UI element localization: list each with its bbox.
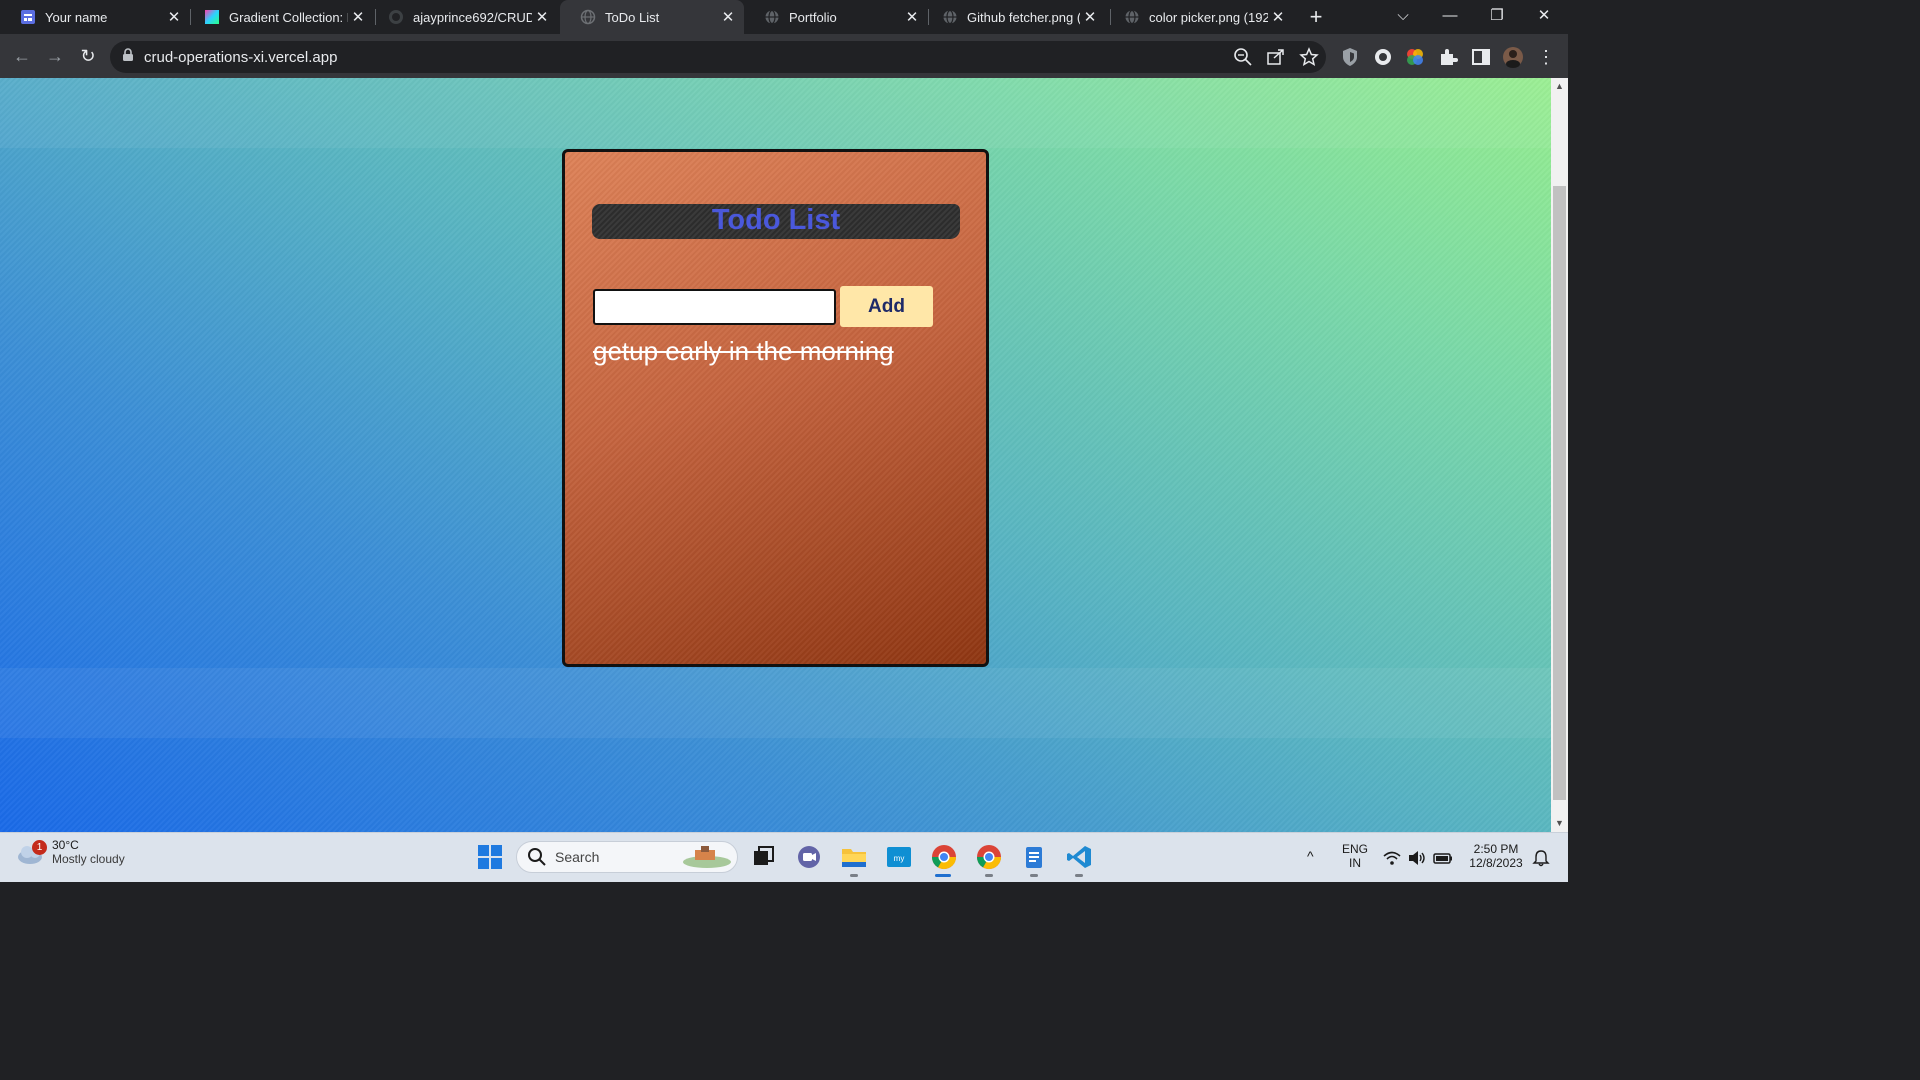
forward-arrow-icon[interactable]: → — [43, 44, 67, 68]
tray-chevron-icon[interactable]: ^ — [1307, 848, 1314, 864]
running-indicator — [1075, 874, 1083, 877]
tab-title: Portfolio — [789, 9, 837, 25]
globe-icon — [1124, 9, 1140, 25]
close-tab-icon[interactable]: ✕ — [532, 8, 552, 26]
volume-icon[interactable] — [1407, 848, 1427, 868]
page-title: Todo List — [592, 204, 960, 239]
chrome-icon[interactable] — [975, 843, 1003, 871]
todo-card: Todo List Add getup early in the morning — [562, 149, 989, 667]
more-menu-icon[interactable]: ⋮ — [1535, 46, 1557, 68]
tab-title: Gradient Collection: F — [229, 9, 348, 25]
color-picker-extension-icon[interactable] — [1404, 46, 1426, 68]
svg-text:my: my — [894, 854, 905, 863]
weather-widget[interactable]: 30°C Mostly cloudy — [16, 838, 125, 866]
forms-icon — [20, 9, 36, 25]
running-indicator — [850, 874, 858, 877]
lock-icon — [122, 47, 134, 67]
page-scrollbar[interactable]: ▲ ▼ — [1551, 78, 1568, 832]
reload-icon[interactable]: ↻ — [76, 44, 100, 68]
minimize-icon[interactable]: — — [1427, 0, 1473, 34]
tab-gradient-collection[interactable]: Gradient Collection: F ✕ — [184, 0, 374, 34]
search-label: Search — [555, 849, 600, 865]
url-text: crud-operations-xi.vercel.app — [144, 48, 338, 66]
todo-item-completed[interactable]: getup early in the morning — [593, 336, 894, 367]
active-indicator — [935, 874, 951, 877]
vscode-icon[interactable] — [1065, 843, 1093, 871]
close-window-icon[interactable]: ✕ — [1521, 0, 1567, 34]
tab-title: ajayprince692/CRUD — [413, 9, 532, 25]
close-tab-icon[interactable]: ✕ — [348, 8, 368, 26]
chrome-profile-icon[interactable] — [930, 843, 958, 871]
add-button[interactable]: Add — [840, 286, 933, 327]
battery-icon[interactable] — [1432, 848, 1454, 868]
language-indicator[interactable]: ENG IN — [1337, 842, 1373, 870]
notification-bell-icon[interactable] — [1532, 849, 1550, 867]
restore-icon[interactable]: ❐ — [1474, 0, 1520, 34]
running-indicator — [1030, 874, 1038, 877]
shield-extension-icon[interactable] — [1339, 46, 1361, 68]
myhp-icon[interactable]: my — [885, 843, 913, 871]
background-band — [0, 78, 1551, 148]
tab-title: ToDo List — [605, 9, 660, 25]
tab-github-fetcher[interactable]: Github fetcher.png ( ✕ — [922, 0, 1106, 34]
scroll-down-icon[interactable]: ▼ — [1551, 815, 1568, 832]
wifi-icon[interactable] — [1382, 848, 1402, 868]
teams-chat-icon[interactable] — [795, 843, 823, 871]
gradient-icon — [204, 9, 220, 25]
scrollbar-thumb[interactable] — [1553, 186, 1566, 800]
github-icon — [388, 9, 404, 25]
clock[interactable]: 2:50 PM 12/8/2023 — [1462, 842, 1530, 870]
weather-notification-badge: 1 — [32, 840, 47, 855]
bookmark-star-icon[interactable] — [1299, 47, 1319, 67]
close-tab-icon[interactable]: ✕ — [164, 8, 184, 26]
clock-date: 12/8/2023 — [1469, 856, 1523, 870]
tab-title: Github fetcher.png ( — [967, 9, 1080, 25]
tab-title: color picker.png (192 — [1149, 9, 1268, 25]
language-code: ENG — [1341, 842, 1368, 856]
side-panel-icon[interactable] — [1470, 46, 1492, 68]
task-view-icon[interactable] — [750, 843, 778, 871]
windows-taskbar — [0, 832, 1568, 882]
address-bar[interactable]: crud-operations-xi.vercel.app — [110, 41, 1326, 73]
tab-github-crud[interactable]: ajayprince692/CRUD ✕ — [368, 0, 558, 34]
running-indicator — [985, 874, 993, 877]
scroll-up-icon[interactable]: ▲ — [1551, 78, 1568, 95]
extension-circle-icon[interactable] — [1372, 46, 1394, 68]
todo-input[interactable] — [593, 289, 836, 325]
globe-icon — [580, 9, 596, 25]
search-icon — [528, 848, 546, 866]
share-icon[interactable] — [1266, 47, 1286, 67]
page-viewport: Todo List Add getup early in the morning — [0, 78, 1551, 832]
tab-todo-list[interactable]: ToDo List ✕ — [560, 0, 744, 34]
clock-time: 2:50 PM — [1473, 842, 1519, 856]
globe-icon — [764, 9, 780, 25]
close-tab-icon[interactable]: ✕ — [1080, 8, 1100, 26]
region-code: IN — [1349, 856, 1361, 870]
taskbar-search[interactable]: Search — [516, 841, 738, 873]
file-explorer-icon[interactable] — [840, 843, 868, 871]
close-tab-icon[interactable]: ✕ — [1268, 8, 1288, 26]
tab-title: Your name — [45, 9, 108, 25]
profile-avatar[interactable] — [1502, 46, 1524, 68]
search-highlight-icon — [683, 846, 731, 868]
tab-portfolio[interactable]: Portfolio ✕ — [744, 0, 928, 34]
weather-temperature: 30°C — [52, 838, 79, 852]
windows-start-icon[interactable] — [476, 843, 504, 871]
new-tab-icon[interactable]: + — [1304, 5, 1328, 29]
weather-description: Mostly cloudy — [52, 852, 125, 866]
close-tab-icon[interactable]: ✕ — [718, 8, 738, 26]
close-tab-icon[interactable]: ✕ — [902, 8, 922, 26]
back-arrow-icon[interactable]: ← — [10, 44, 34, 68]
globe-icon — [942, 9, 958, 25]
puzzle-extensions-icon[interactable] — [1437, 46, 1459, 68]
background-band — [0, 668, 1551, 738]
zoom-icon[interactable] — [1233, 47, 1253, 67]
tab-your-name[interactable]: Your name ✕ — [0, 0, 190, 34]
notepad-icon[interactable] — [1020, 843, 1048, 871]
tab-color-picker[interactable]: color picker.png (192 ✕ — [1104, 0, 1294, 34]
tab-search-chevron-icon[interactable]: ⌵ — [1380, 0, 1426, 34]
tab-strip: Your name ✕ Gradient Collection: F ✕ aja… — [0, 0, 1568, 34]
